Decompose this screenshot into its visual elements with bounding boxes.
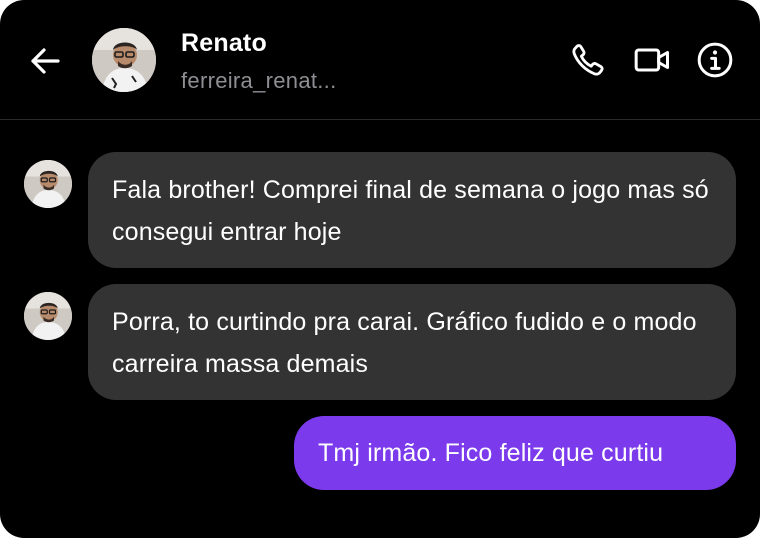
chat-window: Renato ferreira_renat... Fala brother! C… — [0, 0, 760, 538]
outgoing-message[interactable]: Tmj irmão. Fico feliz que curtiu — [294, 416, 736, 490]
chat-header: Renato ferreira_renat... — [0, 0, 760, 120]
video-call-button[interactable] — [630, 38, 674, 82]
video-camera-icon — [634, 48, 669, 72]
info-icon — [697, 42, 733, 78]
incoming-message[interactable]: Fala brother! Comprei final de semana o … — [88, 152, 736, 268]
back-button[interactable] — [24, 40, 66, 82]
info-button[interactable] — [693, 38, 737, 82]
phone-icon — [572, 44, 604, 76]
avatar[interactable] — [24, 160, 72, 208]
avatar[interactable] — [24, 292, 72, 340]
contact-username[interactable]: ferreira_renat... — [181, 68, 337, 94]
arrow-left-icon — [31, 48, 60, 74]
contact-name[interactable]: Renato — [181, 29, 267, 58]
incoming-message[interactable]: Porra, to curtindo pra carai. Gráfico fu… — [88, 284, 736, 400]
avatar[interactable] — [92, 28, 156, 92]
call-button[interactable] — [566, 38, 610, 82]
